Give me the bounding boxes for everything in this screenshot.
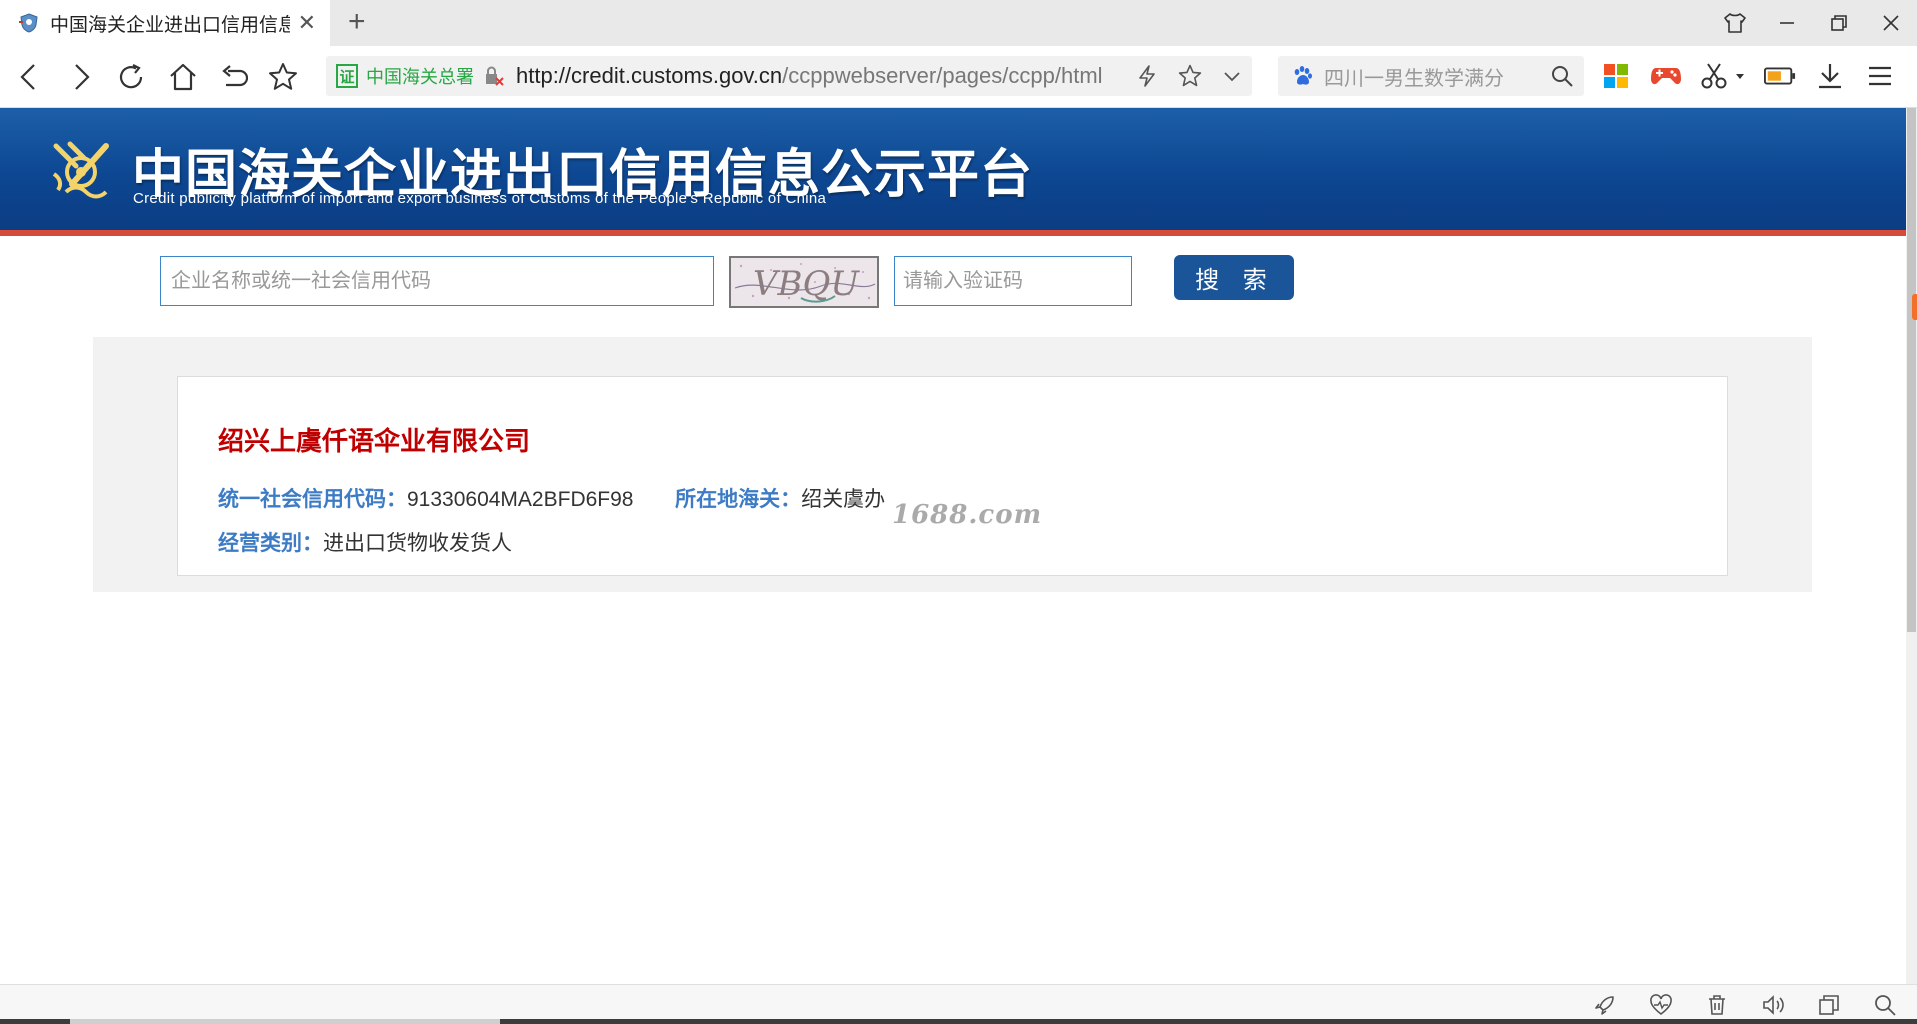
undo-close-icon[interactable]: [216, 60, 250, 94]
forward-icon[interactable]: [64, 60, 98, 94]
game-controller-icon[interactable]: [1650, 60, 1682, 92]
captcha-image[interactable]: VBQU: [729, 256, 879, 308]
company-search-input[interactable]: [160, 256, 714, 306]
speaker-icon[interactable]: [1761, 993, 1785, 1017]
baidu-paw-icon: [1294, 66, 1312, 85]
minimize-icon[interactable]: [1761, 0, 1813, 46]
lightning-icon[interactable]: [1136, 64, 1158, 88]
window-restore-icon[interactable]: [1817, 993, 1841, 1017]
result-card[interactable]: 绍兴上虞仟语伞业有限公司 统一社会信用代码：91330604MA2BFD6F98…: [177, 376, 1728, 576]
customs-emblem-icon: [52, 141, 109, 199]
credit-code-label: 统一社会信用代码：: [218, 487, 407, 511]
favorite-star-icon[interactable]: [1178, 64, 1202, 88]
browser-tab[interactable]: 中国海关企业进出口信用信息公示平台 ✕: [0, 0, 330, 46]
customs-value: 绍关虞办: [801, 488, 886, 511]
trash-icon[interactable]: [1705, 993, 1729, 1017]
scissors-icon[interactable]: [1700, 60, 1746, 92]
url-host: http://credit.customs.gov.cn: [516, 63, 783, 88]
business-type-row: 经营类别：进出口货物收发货人: [218, 527, 512, 557]
zoom-search-icon[interactable]: [1873, 993, 1897, 1017]
url-actions: [1136, 64, 1242, 88]
credit-code-row: 统一社会信用代码：91330604MA2BFD6F98 所在地海关：绍关虞办: [218, 483, 885, 513]
browser-search-box[interactable]: 四川一男生数学满分: [1278, 56, 1584, 96]
site-header-banner: 中国海关企业进出口信用信息公示平台 Credit publicity platf…: [0, 108, 1906, 236]
captcha-text: VBQU: [753, 264, 860, 304]
business-type-value: 进出口货物收发货人: [323, 532, 512, 555]
rocket-icon[interactable]: [1593, 993, 1617, 1017]
watermark: 1688.com: [892, 500, 1043, 530]
credit-code-value: 91330604MA2BFD6F98: [407, 488, 634, 511]
tab-title: 中国海关企业进出口信用信息公示平台: [50, 14, 290, 36]
restore-icon[interactable]: [1813, 0, 1865, 46]
results-panel: 绍兴上虞仟语伞业有限公司 统一社会信用代码：91330604MA2BFD6F98…: [93, 337, 1812, 592]
scroll-thumb[interactable]: [1907, 108, 1916, 632]
business-type-label: 经营类别：: [218, 531, 323, 555]
new-tab-icon[interactable]: +: [348, 5, 366, 39]
browser-toolbar: 证 中国海关总署 http://credit.customs.gov.cn/cc…: [0, 46, 1917, 108]
bookmark-star-icon[interactable]: [266, 60, 300, 94]
menu-icon[interactable]: [1864, 60, 1896, 92]
scroll-marker: [1912, 294, 1917, 320]
close-tab-icon[interactable]: ✕: [298, 10, 316, 36]
taskbar-edge: [0, 1019, 1917, 1024]
search-icon[interactable]: [1550, 64, 1574, 88]
browser-status-bar: [0, 984, 1917, 1024]
apps-grid-icon[interactable]: [1600, 60, 1632, 92]
taskbar-active-segment: [70, 1019, 500, 1024]
health-heart-icon[interactable]: [1649, 993, 1673, 1017]
vertical-scrollbar[interactable]: [1906, 108, 1917, 984]
extension-icons: [1600, 60, 1896, 92]
close-window-icon[interactable]: [1865, 0, 1917, 46]
customs-label: 所在地海关：: [675, 487, 802, 511]
address-bar[interactable]: 证 中国海关总署 http://credit.customs.gov.cn/cc…: [326, 56, 1252, 96]
skin-icon[interactable]: [1709, 0, 1761, 46]
certificate-icon[interactable]: 证: [336, 64, 358, 88]
home-icon[interactable]: [166, 60, 200, 94]
search-button[interactable]: 搜 索: [1174, 255, 1294, 300]
company-name-link[interactable]: 绍兴上虞仟语伞业有限公司: [218, 421, 530, 458]
status-icons: [1593, 993, 1897, 1017]
battery-icon[interactable]: [1764, 60, 1796, 92]
refresh-icon[interactable]: [114, 60, 148, 94]
captcha-input[interactable]: [894, 256, 1132, 306]
url-text[interactable]: http://credit.customs.gov.cn/ccppwebserv…: [516, 63, 1126, 89]
certificate-owner[interactable]: 中国海关总署: [366, 63, 474, 89]
window-controls: [1709, 0, 1917, 46]
chevron-down-icon[interactable]: [1222, 64, 1242, 88]
site-subtitle: Credit publicity platform of import and …: [133, 190, 827, 207]
shield-favicon-icon: [19, 13, 38, 33]
url-path: /ccppwebserver/pages/ccpp/html: [782, 63, 1103, 88]
back-icon[interactable]: [12, 60, 46, 94]
tab-strip: 中国海关企业进出口信用信息公示平台 ✕ +: [0, 0, 1917, 46]
insecure-lock-icon[interactable]: [484, 65, 504, 87]
download-icon[interactable]: [1814, 60, 1846, 92]
search-box-text[interactable]: 四川一男生数学满分: [1324, 62, 1544, 91]
